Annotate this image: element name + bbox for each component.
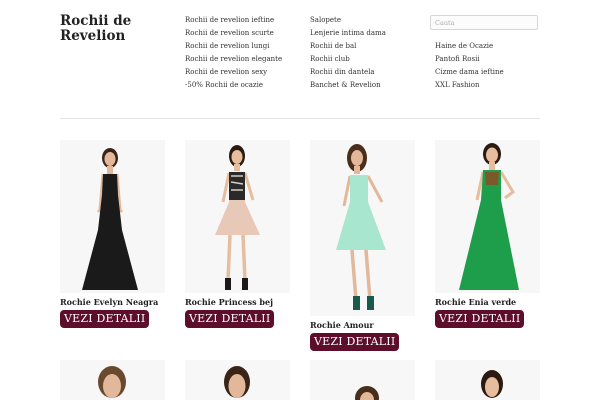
nav-link[interactable]: Rochii de revelion elegante [185, 53, 282, 66]
search-input[interactable] [430, 15, 538, 30]
header-divider [60, 118, 540, 119]
product-card: Rochie Amour VEZI DETALII [310, 140, 415, 351]
nav-link[interactable]: Haine de Ocazie [435, 40, 504, 53]
product-title[interactable]: Rochie Amour [310, 320, 415, 330]
view-details-button[interactable]: VEZI DETALII [185, 310, 275, 328]
product-image[interactable] [185, 360, 290, 400]
nav-link[interactable]: Rochii club [310, 53, 386, 66]
view-details-button[interactable]: VEZI DETALII [310, 333, 400, 351]
nav-link[interactable]: Rochii din dantela [310, 66, 386, 79]
nav-link[interactable]: -50% Rochii de ocazie [185, 79, 282, 92]
nav-column-1: Rochii de revelion ieftine Rochii de rev… [185, 14, 282, 92]
nav-link[interactable]: Lenjerie intima dama [310, 27, 386, 40]
nav-link[interactable]: Rochii de revelion sexy [185, 66, 282, 79]
nav-link[interactable]: Salopete [310, 14, 386, 27]
nav-link[interactable]: Rochii de revelion scurte [185, 27, 282, 40]
product-image[interactable] [185, 140, 290, 293]
product-image[interactable] [435, 360, 540, 400]
nav-link[interactable]: Cizme dama ieftine [435, 66, 504, 79]
nav-link[interactable]: Rochii de revelion ieftine [185, 14, 282, 27]
product-title[interactable]: Rochie Evelyn Neagra [60, 297, 165, 307]
nav-link[interactable]: Rochii de revelion lungi [185, 40, 282, 53]
nav-column-2: Salopete Lenjerie intima dama Rochii de … [310, 14, 386, 92]
product-title[interactable]: Rochie Enia verde [435, 297, 540, 307]
product-card: Rochie Evelyn Neagra VEZI DETALII [60, 140, 165, 328]
site-logo[interactable]: Rochii de Revelion [60, 14, 170, 44]
product-image[interactable] [60, 140, 165, 293]
nav-link[interactable]: XXL Fashion [435, 79, 504, 92]
nav-link[interactable]: Banchet & Revelion [310, 79, 386, 92]
product-image[interactable] [310, 140, 415, 316]
product-image[interactable] [435, 140, 540, 293]
product-card: Rochie Enia verde VEZI DETALII [435, 140, 540, 328]
nav-link[interactable]: Pantofi Rosii [435, 53, 504, 66]
product-title[interactable]: Rochie Princess bej [185, 297, 290, 307]
product-image[interactable] [60, 360, 165, 400]
nav-link[interactable]: Rochii de bal [310, 40, 386, 53]
view-details-button[interactable]: VEZI DETALII [60, 310, 150, 328]
product-image[interactable] [310, 360, 415, 400]
view-details-button[interactable]: VEZI DETALII [435, 310, 525, 328]
product-card: Rochie Princess bej VEZI DETALII [185, 140, 290, 328]
nav-column-3: Haine de Ocazie Pantofi Rosii Cizme dama… [435, 40, 504, 92]
